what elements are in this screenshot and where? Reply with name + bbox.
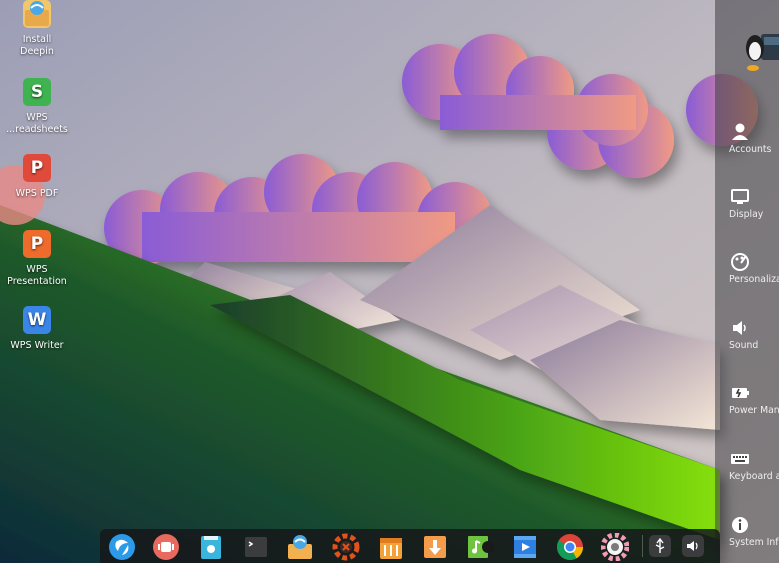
control-center-item-sound[interactable]: Sound — [715, 318, 779, 378]
control-center-panel: Accounts Display Personaliza Sound Power… — [715, 0, 779, 563]
power-management-icon — [732, 388, 749, 398]
keyboard-icon — [731, 454, 749, 464]
wps-writer-icon: W — [23, 306, 51, 334]
wps-spreadsheets-glyph: S — [30, 82, 44, 102]
keyboard-label: Keyboard a — [729, 471, 779, 482]
display-icon — [731, 189, 749, 204]
video-icon[interactable] — [511, 533, 539, 561]
dock-separator — [642, 535, 643, 557]
user-avatar[interactable] — [745, 28, 779, 72]
app-store-icon[interactable] — [377, 533, 405, 561]
system-tool-icon[interactable] — [332, 533, 360, 561]
control-center-item-personalization[interactable]: Personaliza — [715, 252, 779, 312]
settings-icon[interactable] — [600, 532, 630, 562]
desktop-icon-label: WPS Writer — [10, 340, 64, 351]
dock — [100, 529, 720, 563]
file-manager-icon[interactable] — [197, 533, 225, 561]
accounts-label: Accounts — [729, 144, 772, 155]
chrome-icon[interactable] — [556, 533, 584, 561]
display-label: Display — [729, 209, 764, 220]
wps-pdf-icon: P — [23, 154, 51, 182]
sound-label: Sound — [729, 340, 759, 351]
download-icon[interactable] — [421, 533, 449, 561]
wps-presentation-icon: P — [23, 230, 51, 258]
personalization-icon — [731, 253, 749, 271]
desktop-icon-install-deepin[interactable]: Install Deepin — [0, 0, 74, 58]
system-info-icon — [732, 517, 748, 533]
desktop-icon-label: WPS PDF — [15, 188, 59, 199]
launcher-icon[interactable] — [108, 533, 136, 561]
terminal-icon[interactable] — [242, 533, 270, 561]
wps-spreadsheets-icon: S — [23, 78, 51, 106]
desktop-icon-wps-presentation[interactable]: P WPS Presentation — [0, 230, 74, 288]
accounts-icon — [732, 123, 748, 140]
control-center-item-system-info[interactable]: System Info — [715, 515, 779, 575]
control-center-item-accounts[interactable]: Accounts — [715, 122, 779, 182]
install-deepin-icon[interactable] — [286, 533, 314, 561]
desktop-icon-wps-pdf[interactable]: P WPS PDF — [0, 154, 74, 200]
control-center-item-display[interactable]: Display — [715, 187, 779, 247]
desktop-icon-label: WPS Presentation — [7, 264, 67, 287]
avatar-icon — [746, 34, 779, 71]
music-icon[interactable] — [466, 533, 494, 561]
usb-icon[interactable] — [649, 535, 671, 557]
wps-writer-glyph: W — [27, 310, 47, 330]
control-center-item-keyboard[interactable]: Keyboard a — [715, 449, 779, 509]
volume-icon[interactable] — [682, 535, 704, 557]
personalization-label: Personaliza — [729, 274, 779, 285]
desktop-icon-label: Install Deepin — [20, 34, 54, 57]
desktop-icon-wps-spreadsheets[interactable]: S WPS ...readsheets — [0, 78, 74, 136]
sound-icon — [733, 321, 746, 335]
desktop-icon-label: WPS ...readsheets — [6, 112, 68, 135]
power-management-label: Power Mana — [729, 405, 779, 416]
system-info-label: System Info — [729, 537, 779, 548]
wps-pdf-glyph: P — [30, 158, 44, 178]
desktop-icon-wps-writer[interactable]: W WPS Writer — [0, 306, 74, 352]
install-box-icon — [23, 0, 51, 28]
wps-presentation-glyph: P — [30, 234, 44, 254]
multitasking-icon[interactable] — [152, 533, 180, 561]
desktop-wallpaper — [0, 0, 779, 563]
control-center-item-power-management[interactable]: Power Mana — [715, 383, 779, 443]
